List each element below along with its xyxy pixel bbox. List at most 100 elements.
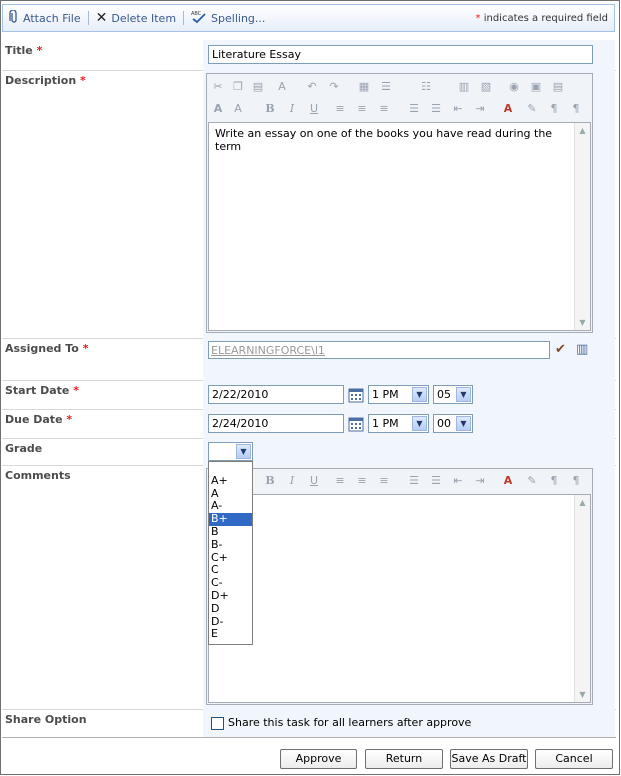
undo-icon[interactable]: ↶	[305, 80, 319, 94]
bullet-list-icon[interactable]: ☰	[429, 474, 443, 488]
paste-icon[interactable]: ▤	[251, 80, 265, 94]
underline-icon[interactable]: U	[307, 102, 321, 116]
grade-option[interactable]: B	[209, 525, 252, 539]
text-color-icon[interactable]: A	[501, 102, 515, 116]
hyperlink-icon[interactable]: ◉	[507, 80, 521, 94]
grade-option[interactable]: E	[209, 628, 252, 641]
highlight-icon[interactable]: ✎	[525, 102, 539, 116]
align-right-icon[interactable]: ≡	[377, 474, 391, 488]
comments-label: Comments	[2, 465, 202, 709]
font-size-icon[interactable]: A	[231, 102, 245, 116]
rtl-icon[interactable]: ¶	[569, 474, 583, 488]
chevron-down-icon[interactable]: ▼	[456, 387, 471, 402]
source-icon[interactable]: ▤	[551, 80, 565, 94]
outdent-icon[interactable]: ⇤	[451, 474, 465, 488]
italic-icon[interactable]: I	[285, 102, 299, 116]
grade-option[interactable]	[209, 462, 252, 475]
address-book-icon[interactable]: ▥	[576, 342, 588, 357]
indent-icon[interactable]: ⇥	[473, 102, 487, 116]
copy-icon[interactable]: ❐	[231, 80, 245, 94]
approve-button[interactable]: Approve	[280, 749, 357, 769]
row-divider	[2, 737, 616, 738]
share-checkbox[interactable]	[211, 717, 224, 730]
table-icon[interactable]: ▦	[357, 80, 371, 94]
description-text-area[interactable]: Write an essay on one of the books you h…	[208, 122, 591, 331]
grade-option[interactable]: B-	[209, 538, 252, 552]
due-minute-value: 00	[437, 417, 451, 430]
grade-dropdown-list[interactable]: A+ A A- B+ B B- C+ C C- D+ D D- E	[208, 461, 253, 645]
description-editor-toolbar: ✂ ❐ ▤ A ↶ ↷ ▦ ☰ ☷ ▥ ▧ ◉ ▣ ▤ A A B I U ≡ …	[207, 74, 592, 120]
ltr-icon[interactable]: ¶	[547, 474, 561, 488]
numbered-list-icon[interactable]: ☰	[407, 102, 421, 116]
assigned-user[interactable]: ELEARNINGFORCE\l1	[211, 344, 325, 357]
align-left-icon[interactable]: ≡	[333, 474, 347, 488]
merge-cells-icon[interactable]: ▥	[457, 80, 471, 94]
grade-option[interactable]: D	[209, 602, 252, 616]
cancel-button[interactable]: Cancel	[535, 749, 613, 769]
description-text: Write an essay on one of the books you h…	[215, 127, 553, 153]
rtl-icon[interactable]: ¶	[569, 102, 583, 116]
required-star: *	[66, 413, 73, 426]
share-checkbox-label[interactable]: Share this task for all learners after a…	[228, 716, 471, 729]
split-cells-icon[interactable]: ▧	[479, 80, 493, 94]
align-center-icon[interactable]: ≡	[355, 474, 369, 488]
scroll-up-icon[interactable]: ▲	[575, 123, 590, 138]
image-icon[interactable]: ▣	[529, 80, 543, 94]
align-right-icon[interactable]: ≡	[377, 102, 391, 116]
title-input[interactable]	[208, 45, 593, 64]
assigned-people-picker[interactable]: ELEARNINGFORCE\l1	[208, 341, 550, 359]
scroll-down-icon[interactable]: ▼	[575, 687, 590, 702]
bold-icon[interactable]: B	[263, 474, 277, 488]
comments-scrollbar[interactable]: ▲ ▼	[574, 495, 590, 702]
highlight-icon[interactable]: ✎	[525, 474, 539, 488]
due-date-input[interactable]	[208, 414, 344, 433]
grade-row: Grade	[2, 438, 615, 465]
calendar-icon[interactable]	[348, 416, 364, 432]
start-minute-select[interactable]: 05 ▼	[433, 385, 473, 404]
grade-option[interactable]: D+	[209, 589, 252, 603]
title-label: Title *	[2, 40, 202, 70]
insert-row-icon[interactable]: ☰	[379, 80, 393, 94]
align-center-icon[interactable]: ≡	[355, 102, 369, 116]
chevron-down-icon[interactable]: ▼	[456, 416, 471, 431]
save-as-draft-button[interactable]: Save As Draft	[450, 749, 528, 769]
align-left-icon[interactable]: ≡	[333, 102, 347, 116]
cut-icon[interactable]: ✂	[211, 80, 225, 94]
attach-file-button[interactable]: Attach File	[9, 8, 81, 27]
format-painter-icon[interactable]: A	[275, 80, 289, 94]
scroll-up-icon[interactable]: ▲	[575, 495, 590, 510]
redo-icon[interactable]: ↷	[327, 80, 341, 94]
text-color-icon[interactable]: A	[501, 474, 515, 488]
underline-icon[interactable]: U	[307, 474, 321, 488]
indent-icon[interactable]: ⇥	[473, 474, 487, 488]
chevron-down-icon[interactable]: ▼	[236, 444, 251, 459]
comments-text-area[interactable]: ▲ ▼	[208, 494, 591, 703]
return-button[interactable]: Return	[365, 749, 443, 769]
ltr-icon[interactable]: ¶	[547, 102, 561, 116]
font-icon[interactable]: A	[211, 102, 225, 116]
italic-icon[interactable]: I	[285, 474, 299, 488]
start-date-input[interactable]	[208, 385, 344, 404]
check-names-icon[interactable]: ✔	[555, 342, 566, 357]
numbered-list-icon[interactable]: ☰	[407, 474, 421, 488]
due-minute-select[interactable]: 00 ▼	[433, 414, 473, 433]
due-date-label-text: Due Date	[5, 413, 63, 426]
delete-item-button[interactable]: ✕ Delete Item	[96, 10, 176, 26]
description-scrollbar[interactable]: ▲ ▼	[574, 123, 590, 330]
due-hour-select[interactable]: 1 PM ▼	[368, 414, 429, 433]
insert-column-icon[interactable]: ☷	[419, 80, 433, 94]
start-hour-select[interactable]: 1 PM ▼	[368, 385, 429, 404]
grade-option[interactable]: A+	[209, 474, 252, 488]
chevron-down-icon[interactable]: ▼	[412, 416, 427, 431]
chevron-down-icon[interactable]: ▼	[412, 387, 427, 402]
calendar-icon[interactable]	[348, 387, 364, 403]
bold-icon[interactable]: B	[263, 102, 277, 116]
bullet-list-icon[interactable]: ☰	[429, 102, 443, 116]
grade-select[interactable]: ▼	[208, 442, 253, 461]
scroll-down-icon[interactable]: ▼	[575, 315, 590, 330]
description-label-text: Description	[5, 74, 77, 87]
outdent-icon[interactable]: ⇤	[451, 102, 465, 116]
spelling-button[interactable]: ABC Spelling...	[191, 10, 265, 27]
comments-editor-toolbar: B I U ≡ ≡ ≡ ☰ ☰ ⇤ ⇥ A ✎ ¶ ¶	[207, 469, 592, 493]
comments-editor: B I U ≡ ≡ ≡ ☰ ☰ ⇤ ⇥ A ✎ ¶ ¶ ▲ ▼	[206, 468, 593, 705]
